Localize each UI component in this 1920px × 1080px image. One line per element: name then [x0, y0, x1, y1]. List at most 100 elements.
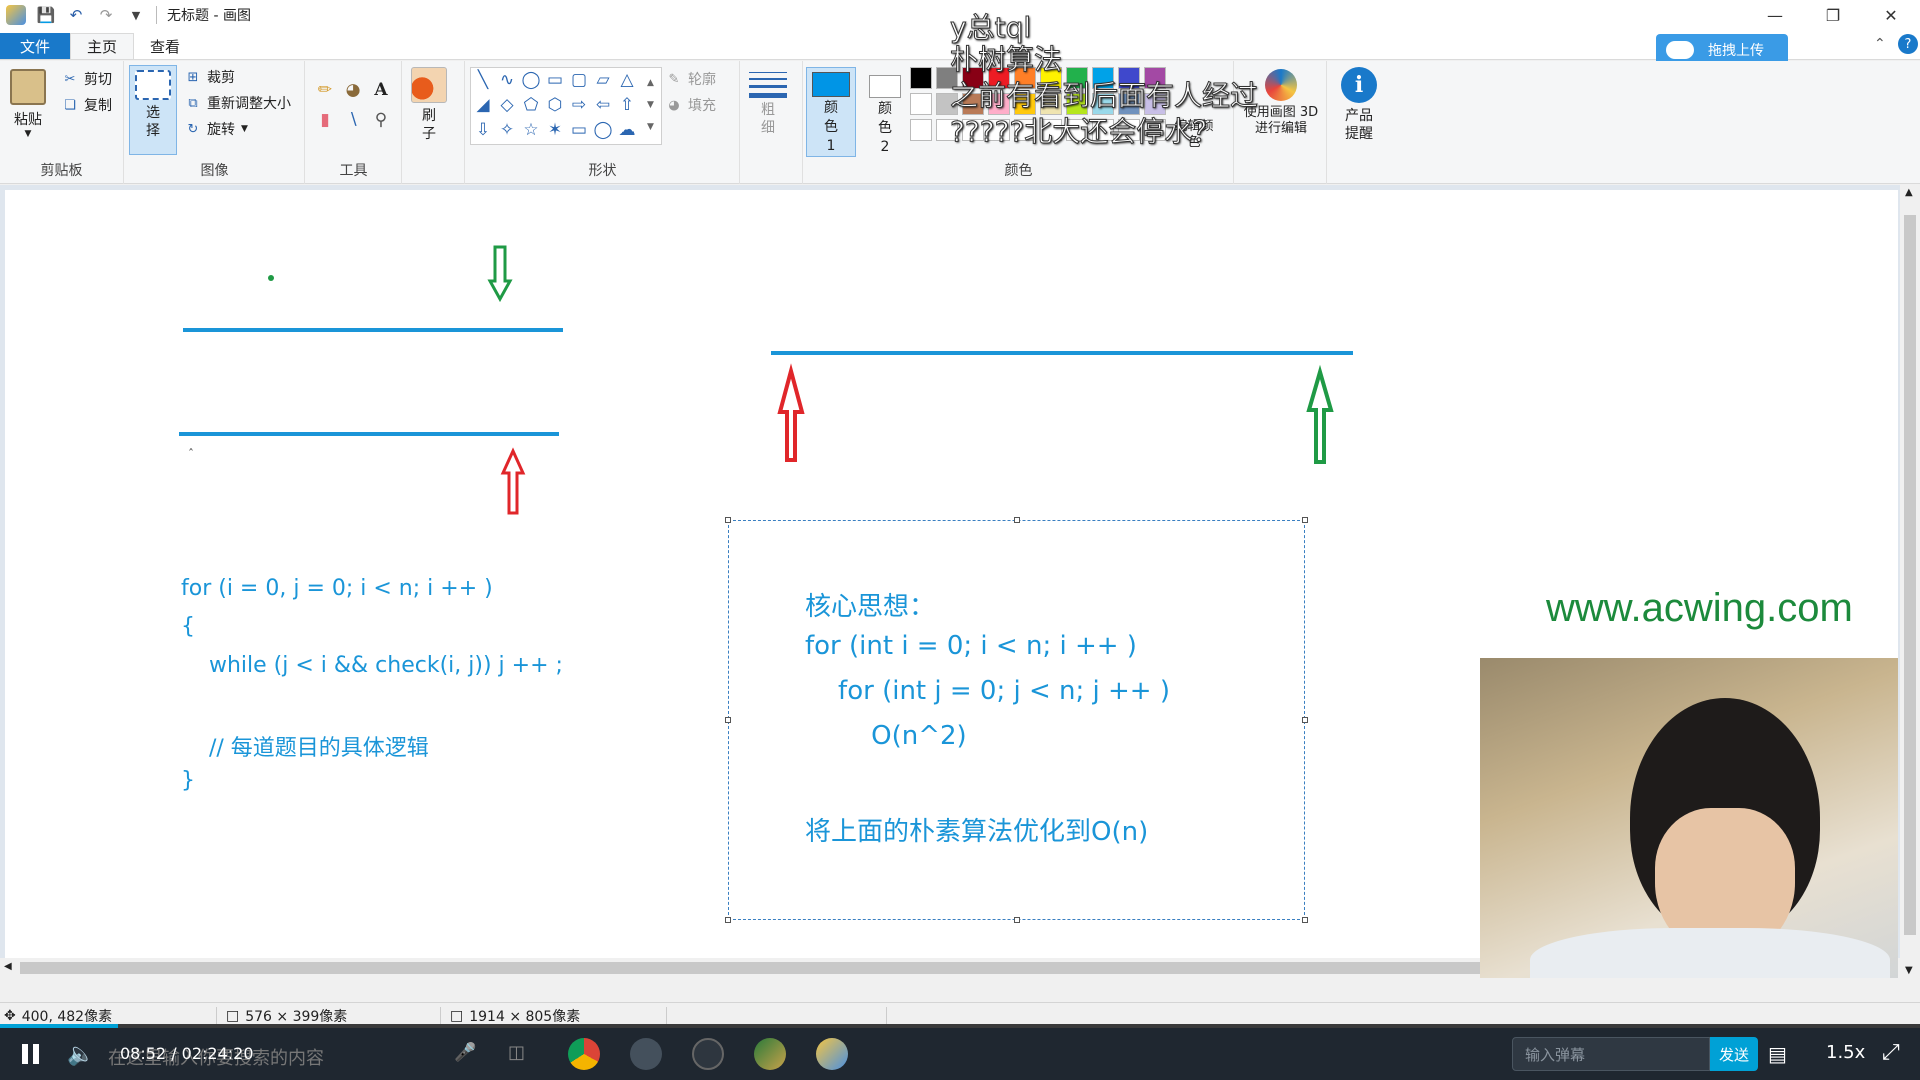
color1-selector[interactable]: 颜色 1: [806, 67, 856, 157]
volume-button[interactable]: 🔈: [66, 1040, 96, 1068]
color2-selector[interactable]: 颜色 2: [860, 67, 910, 157]
diamond-shape-icon[interactable]: ◇: [497, 95, 517, 115]
microphone-icon[interactable]: 🎤: [454, 1042, 476, 1063]
outline-button[interactable]: ✎ 轮廓: [666, 69, 716, 89]
oval-shape-icon[interactable]: ◯: [521, 70, 541, 90]
resize-handle[interactable]: [1014, 917, 1020, 923]
resize-handle[interactable]: [725, 517, 731, 523]
product-alert-button[interactable]: i 产品提醒: [1336, 67, 1382, 143]
vertical-scrollbar[interactable]: ▲ ▼: [1900, 185, 1920, 978]
select-button[interactable]: 选择: [129, 65, 177, 155]
pencil-icon[interactable]: ✏: [314, 79, 336, 101]
customize-toolbar-icon[interactable]: ▼: [126, 5, 146, 25]
brushes-button[interactable]: 刷子: [411, 67, 447, 143]
shapes-gallery[interactable]: ╲ ∿ ◯ ▭ ▢ ▱ △ ◢ ◇ ⬠ ⬡ ⇨ ⇦ ⇧ ⇩ ✧ ☆ ✶ ▭ ◯ …: [470, 67, 662, 145]
five-point-star-shape-icon[interactable]: ☆: [521, 120, 541, 140]
scroll-down-icon[interactable]: ▼: [1905, 965, 1913, 976]
up-arrow-shape-icon[interactable]: ⇧: [617, 95, 637, 115]
curve-shape-icon[interactable]: ∿: [497, 70, 517, 90]
resize-handle[interactable]: [1302, 717, 1308, 723]
resize-icon: ⧉: [188, 95, 198, 111]
tab-home[interactable]: 主页: [70, 33, 135, 59]
undo-icon[interactable]: ↶: [66, 5, 86, 25]
close-icon: ✕: [1884, 5, 1898, 25]
redo-icon[interactable]: ↷: [96, 5, 116, 25]
scissors-icon: ✂: [64, 71, 76, 87]
save-icon[interactable]: 💾: [36, 5, 56, 25]
paint-taskbar-icon[interactable]: [816, 1038, 848, 1070]
selection-size-text: 576 × 399像素: [245, 1008, 348, 1025]
danmaku-settings-icon[interactable]: ▤: [1768, 1042, 1787, 1066]
resize-button[interactable]: ⧉ 重新调整大小: [185, 93, 291, 113]
group-product-alert: i 产品提醒: [1328, 61, 1390, 184]
resize-handle[interactable]: [725, 717, 731, 723]
color-swatch[interactable]: [910, 67, 932, 89]
left-arrow-shape-icon[interactable]: ⇦: [593, 95, 613, 115]
resize-handle[interactable]: [1014, 517, 1020, 523]
task-view-icon[interactable]: ◫: [508, 1042, 525, 1063]
green-down-arrow: [487, 245, 513, 303]
right-triangle-shape-icon[interactable]: ◢: [473, 95, 493, 115]
danmaku-send-button[interactable]: 发送: [1710, 1037, 1758, 1071]
fill-icon: ◕: [668, 97, 680, 113]
color-swatch[interactable]: [910, 93, 932, 115]
maps-icon[interactable]: [754, 1038, 786, 1070]
size-button[interactable]: 粗细: [749, 69, 787, 137]
shapes-scroll-icon[interactable]: ▲ ▼ ▼: [647, 72, 654, 138]
vertical-scroll-thumb[interactable]: [1904, 215, 1916, 935]
polygon-shape-icon[interactable]: ▱: [593, 70, 613, 90]
tab-view[interactable]: 查看: [134, 33, 196, 59]
paste-button[interactable]: 粘贴 ▼: [10, 69, 46, 139]
app-icon[interactable]: [630, 1038, 662, 1070]
close-button[interactable]: ✕: [1862, 0, 1920, 30]
exit-fullscreen-icon[interactable]: ⤢: [1882, 1040, 1900, 1065]
custom-color-swatch[interactable]: [910, 119, 932, 141]
resize-handle[interactable]: [1302, 517, 1308, 523]
rectangle-shape-icon[interactable]: ▭: [545, 70, 565, 90]
resize-handle[interactable]: [725, 917, 731, 923]
fill-bucket-icon[interactable]: ◕: [342, 79, 364, 101]
scroll-left-icon[interactable]: ◀: [4, 961, 12, 972]
hexagon-shape-icon[interactable]: ⬡: [545, 95, 565, 115]
code-line: // 每道题目的具体逻辑: [181, 736, 429, 761]
cut-button[interactable]: ✂ 剪切: [62, 69, 112, 89]
pentagon-shape-icon[interactable]: ⬠: [521, 95, 541, 115]
fill-button[interactable]: ◕ 填充: [666, 95, 716, 115]
scroll-up-icon[interactable]: ▲: [1905, 187, 1913, 198]
collapse-ribbon-icon[interactable]: ⌃: [1874, 36, 1886, 52]
minimize-button[interactable]: —: [1746, 0, 1804, 30]
line-shape-icon[interactable]: ╲: [473, 70, 493, 90]
rotate-button[interactable]: ↻ 旋转 ▼: [185, 119, 248, 139]
text-selection-box[interactable]: [725, 517, 1308, 923]
rounded-rectangle-shape-icon[interactable]: ▢: [569, 70, 589, 90]
right-arrow-shape-icon[interactable]: ⇨: [569, 95, 589, 115]
group-image: 选择 ⊞ 裁剪 ⧉ 重新调整大小 ↻ 旋转 ▼ 图像: [125, 61, 305, 184]
tab-file[interactable]: 文件: [0, 33, 70, 59]
code-line: 核心思想：: [805, 592, 936, 622]
horizontal-scroll-thumb[interactable]: [20, 962, 1480, 974]
crop-button[interactable]: ⊞ 裁剪: [185, 67, 235, 87]
eraser-icon[interactable]: ▮: [314, 109, 336, 131]
copy-button[interactable]: ❏ 复制: [62, 95, 112, 115]
resize-handle[interactable]: [1302, 917, 1308, 923]
six-point-star-shape-icon[interactable]: ✶: [545, 120, 565, 140]
playback-speed[interactable]: 1.5x: [1826, 1042, 1865, 1063]
chrome-icon[interactable]: [568, 1038, 600, 1070]
color-picker-icon[interactable]: ∖: [342, 109, 364, 131]
callout-rect-shape-icon[interactable]: ▭: [569, 120, 589, 140]
pause-button[interactable]: [16, 1040, 44, 1068]
obs-icon[interactable]: [692, 1038, 724, 1070]
text-icon[interactable]: A: [370, 79, 392, 101]
cloud-callout-shape-icon[interactable]: ☁: [617, 120, 637, 140]
selection-icon: □: [226, 1007, 240, 1024]
tools-group-label: 工具: [339, 163, 368, 179]
triangle-shape-icon[interactable]: △: [617, 70, 637, 90]
danmaku-input[interactable]: 输入弹幕: [1512, 1037, 1710, 1071]
callout-oval-shape-icon[interactable]: ◯: [593, 120, 613, 140]
restore-button[interactable]: ❐: [1804, 0, 1862, 30]
magnifier-icon[interactable]: ⚲: [370, 109, 392, 131]
four-point-star-shape-icon[interactable]: ✧: [497, 120, 517, 140]
paste-icon: [10, 69, 46, 105]
down-arrow-shape-icon[interactable]: ⇩: [473, 120, 493, 140]
help-icon[interactable]: ?: [1898, 34, 1918, 54]
